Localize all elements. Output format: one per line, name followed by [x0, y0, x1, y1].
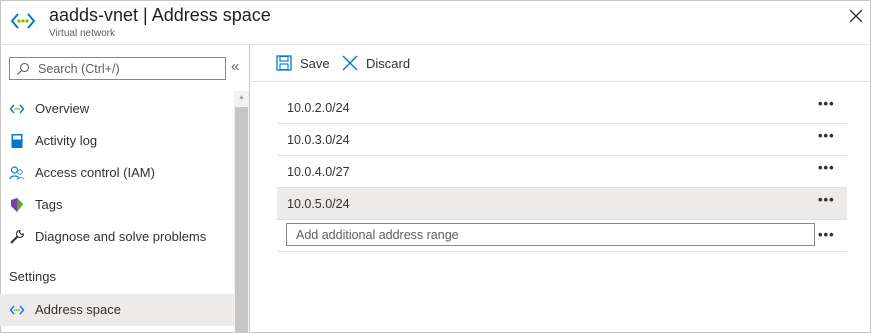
discard-icon	[342, 55, 358, 71]
discard-button[interactable]: Discard	[342, 54, 417, 74]
page-subtitle: Virtual network	[49, 28, 115, 39]
address-range-value: 10.0.3.0/24	[287, 133, 350, 147]
sidebar-item-label: Diagnose and solve problems	[35, 229, 207, 244]
sidebar-item-tags[interactable]: Tags	[0, 189, 234, 221]
sidebar-item-label: Address space	[35, 302, 121, 317]
address-range-value: 10.0.4.0/27	[287, 165, 350, 179]
address-range-row[interactable]: 10.0.5.0/24 •••	[277, 188, 847, 220]
wrench-icon	[10, 229, 25, 244]
activity-log-icon	[11, 134, 23, 148]
sidebar-item-overview[interactable]: Overview	[0, 93, 234, 125]
close-icon[interactable]	[846, 6, 866, 26]
sidebar: « Overview Activity log Access control (…	[0, 45, 250, 333]
save-icon	[276, 55, 292, 71]
collapse-sidebar-button[interactable]: «	[231, 59, 245, 75]
more-options-icon[interactable]: •••	[818, 97, 840, 114]
sidebar-item-diagnose[interactable]: Diagnose and solve problems	[0, 221, 234, 253]
address-range-row[interactable]: 10.0.4.0/27 •••	[277, 156, 847, 188]
sidebar-item-label: Access control (IAM)	[35, 165, 155, 180]
save-label: Save	[300, 56, 330, 71]
sidebar-item-activity-log[interactable]: Activity log	[0, 125, 234, 157]
address-range-row[interactable]: 10.0.3.0/24 •••	[277, 124, 847, 156]
command-bar: Save Discard	[251, 45, 871, 82]
search-icon	[17, 62, 30, 75]
more-options-icon[interactable]: •••	[818, 228, 840, 245]
save-button[interactable]: Save	[276, 54, 334, 74]
search-box[interactable]	[9, 57, 226, 80]
more-options-icon[interactable]: •••	[818, 193, 840, 210]
tag-icon	[11, 198, 23, 212]
sidebar-item-access-control[interactable]: Access control (IAM)	[0, 157, 234, 189]
scroll-up-arrow-icon[interactable]: ▲	[234, 93, 249, 103]
address-range-value: 10.0.2.0/24	[287, 101, 350, 115]
overview-icon	[9, 104, 25, 114]
sidebar-item-label: Tags	[35, 197, 63, 212]
add-address-range-row: •••	[277, 220, 847, 252]
discard-label: Discard	[366, 56, 411, 71]
people-icon	[9, 166, 25, 181]
address-range-row[interactable]: 10.0.2.0/24 •••	[277, 92, 847, 124]
more-options-icon[interactable]: •••	[818, 129, 840, 146]
more-options-icon[interactable]: •••	[818, 161, 840, 178]
virtual-network-icon	[10, 13, 36, 29]
scroll-thumb[interactable]	[235, 107, 248, 333]
sidebar-item-label: Overview	[35, 101, 90, 116]
page-title: aadds-vnet | Address space	[49, 5, 271, 25]
address-range-value: 10.0.5.0/24	[287, 197, 350, 211]
section-header-settings: Settings	[9, 269, 56, 284]
address-space-icon	[9, 305, 25, 315]
sidebar-scrollbar[interactable]: ▲	[234, 91, 249, 333]
blade-header: aadds-vnet | Address space Virtual netwo…	[0, 0, 871, 45]
sidebar-item-label: Activity log	[35, 133, 98, 148]
search-input[interactable]	[38, 60, 218, 77]
add-address-range-input[interactable]	[286, 223, 815, 246]
sidebar-item-address-space[interactable]: Address space	[0, 294, 234, 326]
